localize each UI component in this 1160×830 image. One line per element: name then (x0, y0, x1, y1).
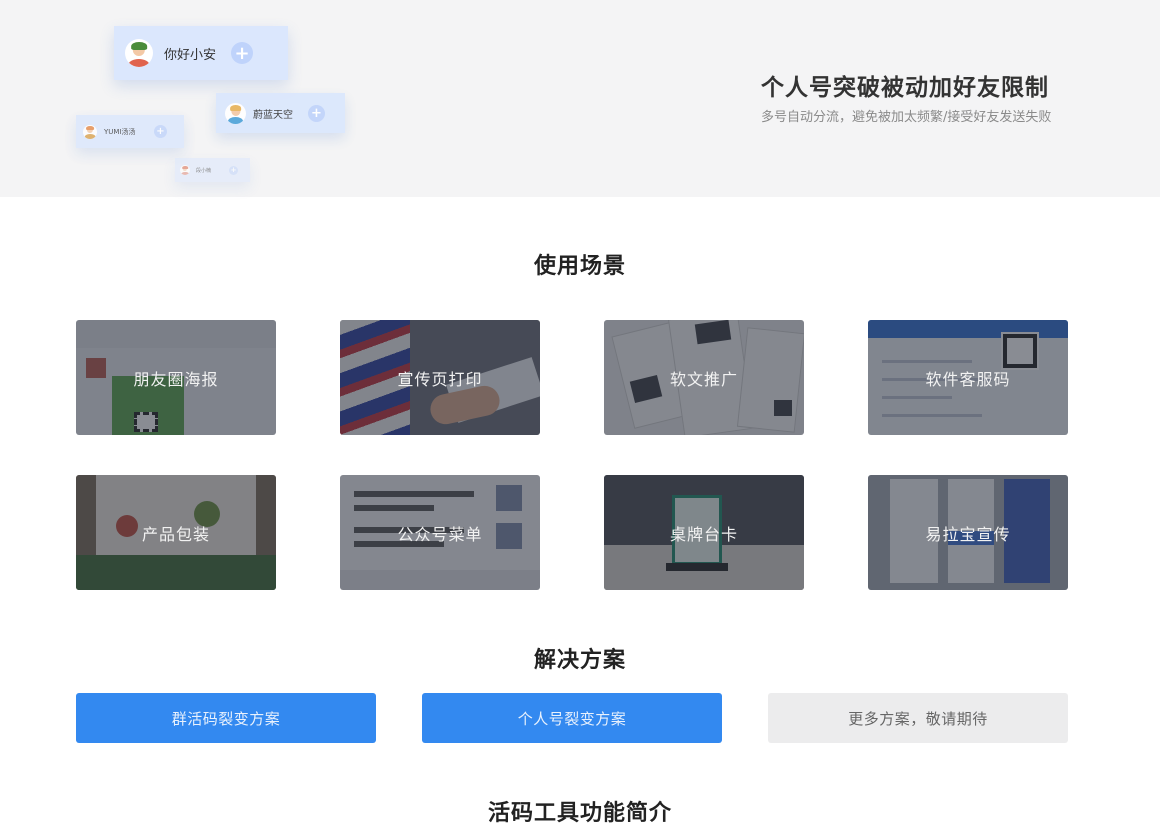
friend-card: 你好小安 + (114, 26, 288, 80)
scene-tile-moments-poster[interactable]: 朋友圈海报 (76, 320, 276, 435)
group-code-solution-button[interactable]: 群活码裂变方案 (76, 693, 376, 743)
friend-card: 段小楠 + (175, 158, 250, 182)
scene-label: 软文推广 (669, 369, 738, 389)
scene-label: 易拉宝宣传 (925, 524, 1011, 544)
friend-name: 蔚蓝天空 (253, 109, 293, 121)
avatar (125, 39, 153, 67)
add-friend-icon[interactable]: + (231, 42, 253, 64)
avatar (225, 102, 246, 124)
scene-label: 产品包装 (141, 524, 210, 544)
solutions-row: 群活码裂变方案 个人号裂变方案 更多方案，敬请期待 (76, 693, 1068, 743)
scene-grid: 朋友圈海报 宣传页打印 软文推广 软件客服码 产品包装 公众号菜单 桌牌台卡 易… (76, 320, 1068, 590)
friend-name: 段小楠 (196, 167, 212, 174)
avatar (180, 165, 190, 175)
friend-card: YUMI汤汤 + (76, 115, 184, 148)
scene-tile-product-package[interactable]: 产品包装 (76, 475, 276, 590)
more-solutions-button: 更多方案，敬请期待 (768, 693, 1068, 743)
scene-tile-article-promo[interactable]: 软文推广 (604, 320, 804, 435)
hero-title: 个人号突破被动加好友限制 (761, 75, 1049, 101)
avatar (83, 124, 97, 139)
scene-label: 宣传页打印 (397, 369, 483, 389)
scene-tile-official-menu[interactable]: 公众号菜单 (340, 475, 540, 590)
friend-name: YUMI汤汤 (104, 127, 136, 136)
intro-title: 活码工具功能简介 (487, 801, 672, 826)
personal-account-solution-button[interactable]: 个人号裂变方案 (422, 693, 722, 743)
hero-banner: 你好小安 + 蔚蓝天空 + YUMI汤汤 + 段小楠 + 个人号突破被动加好友限… (0, 0, 1160, 197)
scene-tile-flyer-print[interactable]: 宣传页打印 (340, 320, 540, 435)
add-friend-icon[interactable]: + (229, 165, 238, 175)
scenes-title: 使用场景 (533, 254, 626, 279)
add-friend-icon[interactable]: + (154, 125, 167, 138)
add-friend-icon[interactable]: + (308, 104, 325, 122)
scene-label: 朋友圈海报 (133, 369, 219, 389)
friend-card: 蔚蓝天空 + (216, 93, 345, 133)
scene-tile-support-code[interactable]: 软件客服码 (868, 320, 1068, 435)
solutions-title: 解决方案 (533, 648, 626, 673)
scene-label: 公众号菜单 (397, 524, 483, 544)
hero-subtitle: 多号自动分流，避免被加太频繁/接受好友发送失败 (761, 110, 1052, 125)
scene-tile-rollup-banner[interactable]: 易拉宝宣传 (868, 475, 1068, 590)
scene-label: 软件客服码 (925, 369, 1011, 389)
friend-name: 你好小安 (164, 47, 217, 63)
scene-tile-table-card[interactable]: 桌牌台卡 (604, 475, 804, 590)
scene-label: 桌牌台卡 (669, 524, 738, 544)
